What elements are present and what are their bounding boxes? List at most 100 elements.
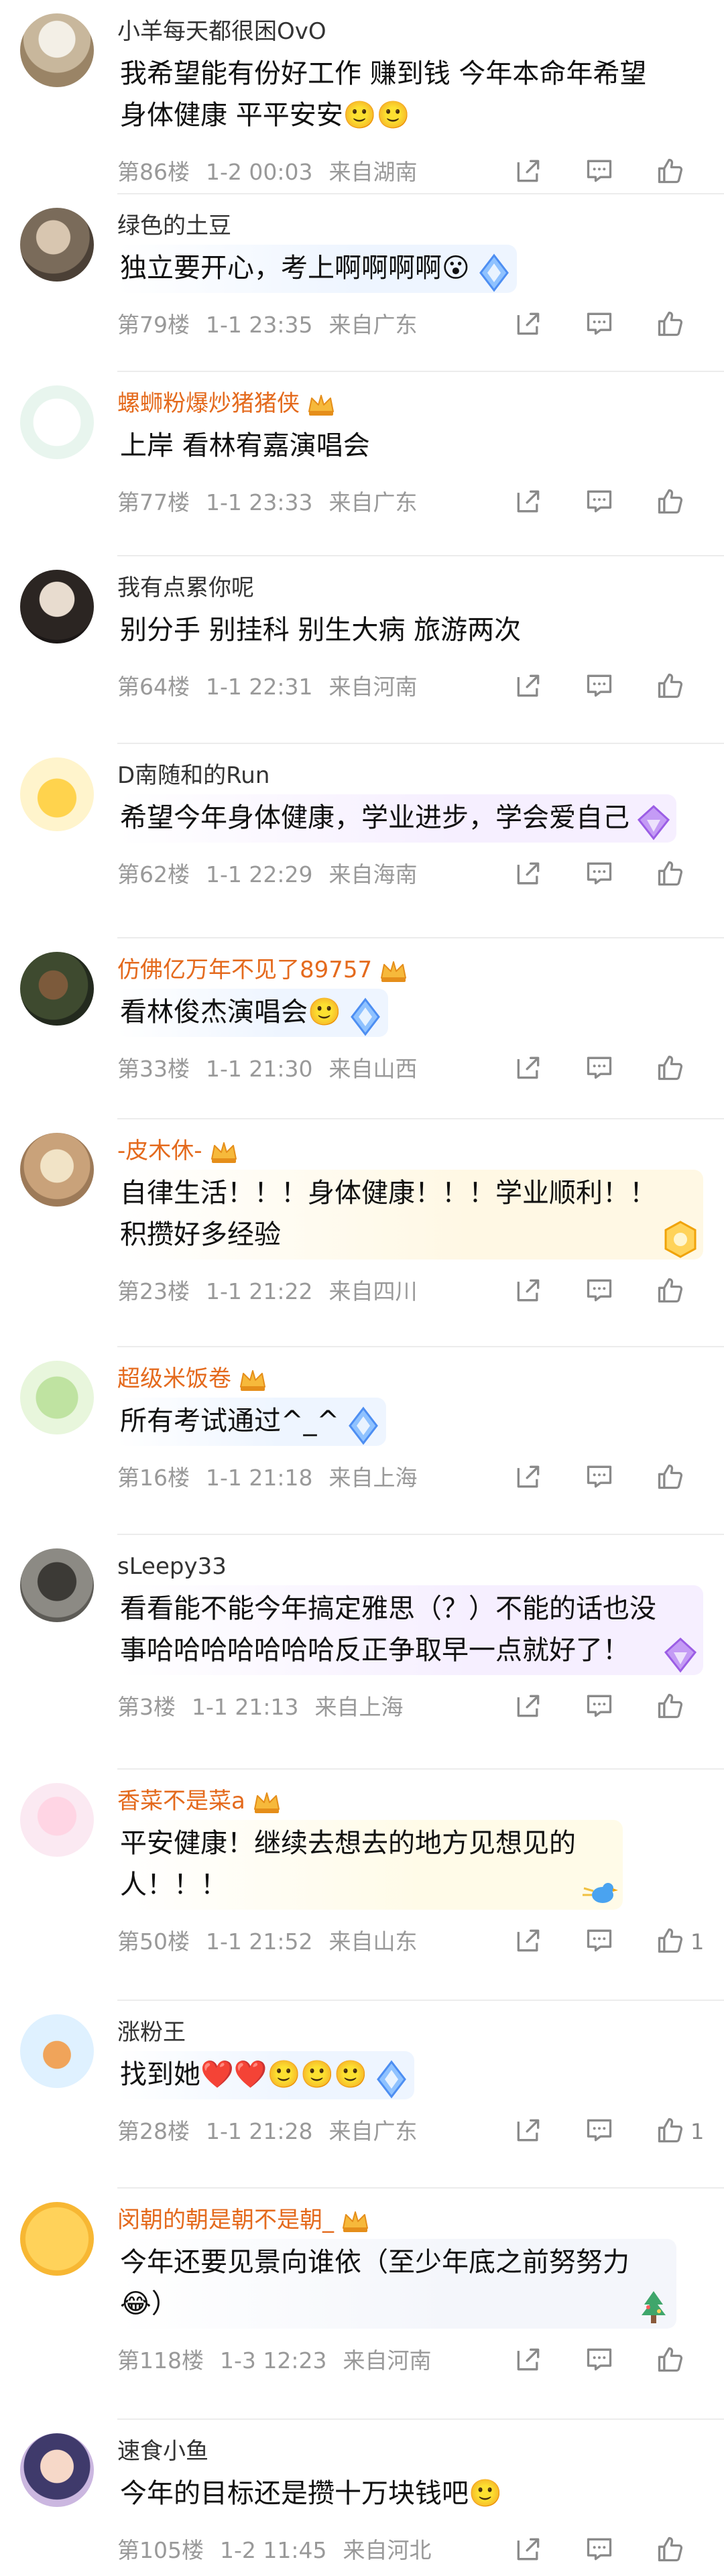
share-button[interactable]	[509, 1050, 547, 1088]
share-button[interactable]	[509, 856, 547, 894]
username[interactable]: 香菜不是菜a	[117, 1786, 282, 1816]
comment-button[interactable]	[581, 2342, 618, 2380]
diamond-badge-icon	[344, 995, 387, 1038]
comment-icon	[585, 156, 614, 188]
timestamp: 1-1 21:18	[206, 1465, 313, 1491]
share-icon	[514, 1926, 543, 1958]
username-text: 香菜不是菜a	[117, 1788, 245, 1815]
like-button[interactable]	[652, 1273, 689, 1310]
share-icon	[514, 487, 543, 519]
username[interactable]: 螺蛳粉爆炒猪猪侠	[117, 389, 336, 418]
share-button[interactable]	[509, 484, 547, 522]
username[interactable]: 闵朝的朝是朝不是朝_	[117, 2205, 370, 2235]
comment-button[interactable]	[581, 668, 618, 706]
comment-text: 今年的目标还是攒十万块钱吧🙂	[120, 2478, 502, 2509]
comment-button[interactable]	[581, 1273, 618, 1310]
like-button[interactable]	[652, 856, 689, 894]
comment-button[interactable]	[581, 856, 618, 894]
like-button[interactable]	[652, 1923, 689, 1961]
avatar[interactable]	[20, 385, 94, 459]
crown-icon	[209, 1139, 239, 1166]
like-icon	[656, 1053, 685, 1085]
share-icon	[514, 2115, 543, 2148]
diamond-badge-icon	[473, 251, 516, 294]
username[interactable]: -皮木休-	[117, 1136, 239, 1166]
comment-button[interactable]	[581, 1459, 618, 1497]
share-button[interactable]	[509, 1273, 547, 1310]
comment-meta: 第105楼 1-2 11:45 来自河北	[117, 2537, 448, 2564]
username[interactable]: 我有点累你呢	[117, 573, 254, 603]
comment-button[interactable]	[581, 2113, 618, 2150]
avatar[interactable]	[20, 2433, 94, 2507]
timestamp: 1-1 21:30	[206, 1056, 313, 1082]
comment-button[interactable]	[581, 1689, 618, 1726]
comment-bubble: 独立要开心，考上啊啊啊啊😮	[117, 245, 517, 293]
location-label: 来自山东	[328, 1928, 418, 1955]
comment-button[interactable]	[581, 1050, 618, 1088]
share-button[interactable]	[509, 154, 547, 191]
like-button[interactable]	[652, 2532, 689, 2569]
username-text: 绿色的土豆	[117, 212, 231, 239]
username-text: 闵朝的朝是朝不是朝_	[117, 2207, 334, 2233]
comment-meta: 第77楼 1-1 23:33 来自广东	[117, 489, 434, 516]
username[interactable]: D南随和的Run	[117, 761, 269, 790]
gold-badge-icon	[659, 1218, 702, 1261]
share-button[interactable]	[509, 1923, 547, 1961]
avatar[interactable]	[20, 208, 94, 282]
location-label: 来自湖南	[328, 159, 418, 185]
floor-label: 第77楼	[117, 489, 190, 515]
comment-button[interactable]	[581, 2532, 618, 2569]
comment-bubble: 看林俊杰演唱会🙂	[117, 989, 388, 1037]
comment-meta: 第28楼 1-1 21:28 来自广东	[117, 2118, 434, 2145]
avatar[interactable]	[20, 1133, 94, 1207]
like-button[interactable]	[652, 668, 689, 706]
username[interactable]: 涨粉王	[117, 2018, 186, 2047]
like-icon	[656, 671, 685, 703]
avatar[interactable]	[20, 1783, 94, 1857]
like-button[interactable]	[652, 484, 689, 522]
diamond-badge-icon	[342, 1404, 385, 1447]
comment-button[interactable]	[581, 154, 618, 191]
username[interactable]: sLeepy33	[117, 1552, 227, 1581]
avatar[interactable]	[20, 2202, 94, 2276]
like-icon	[656, 309, 685, 341]
username[interactable]: 速食小鱼	[117, 2437, 208, 2466]
avatar[interactable]	[20, 1548, 94, 1622]
like-button[interactable]	[652, 154, 689, 191]
username[interactable]: 超级米饭卷	[117, 1364, 267, 1394]
like-button[interactable]	[652, 1689, 689, 1726]
floor-label: 第28楼	[117, 2118, 190, 2144]
comment-button[interactable]	[581, 1923, 618, 1961]
share-button[interactable]	[509, 668, 547, 706]
like-button[interactable]	[652, 1459, 689, 1497]
avatar[interactable]	[20, 952, 94, 1026]
share-button[interactable]	[509, 306, 547, 344]
share-button[interactable]	[509, 1689, 547, 1726]
username[interactable]: 仿佛亿万年不见了89757	[117, 955, 408, 985]
like-button[interactable]	[652, 2342, 689, 2380]
avatar[interactable]	[20, 757, 94, 831]
avatar[interactable]	[20, 1361, 94, 1434]
share-button[interactable]	[509, 1459, 547, 1497]
divider	[117, 937, 724, 938]
username[interactable]: 绿色的土豆	[117, 211, 231, 241]
avatar[interactable]	[20, 2014, 94, 2088]
avatar[interactable]	[20, 570, 94, 643]
username[interactable]: 小羊每天都很困OvO	[117, 17, 326, 46]
like-button[interactable]	[652, 306, 689, 344]
comment-button[interactable]	[581, 484, 618, 522]
like-button[interactable]	[652, 2113, 689, 2150]
share-button[interactable]	[509, 2532, 547, 2569]
floor-label: 第79楼	[117, 312, 190, 338]
like-button[interactable]	[652, 1050, 689, 1088]
comment-text: 平安健康！继续去想去的地方见想见的 人！！！	[120, 1828, 576, 1900]
avatar[interactable]	[20, 13, 94, 87]
comment-button[interactable]	[581, 306, 618, 344]
location-label: 来自广东	[328, 489, 418, 515]
purple-badge-icon	[659, 1634, 702, 1676]
comment-meta: 第23楼 1-1 21:22 来自四川	[117, 1278, 434, 1305]
floor-label: 第105楼	[117, 2537, 204, 2563]
location-label: 来自河南	[328, 674, 418, 700]
share-button[interactable]	[509, 2113, 547, 2150]
share-button[interactable]	[509, 2342, 547, 2380]
